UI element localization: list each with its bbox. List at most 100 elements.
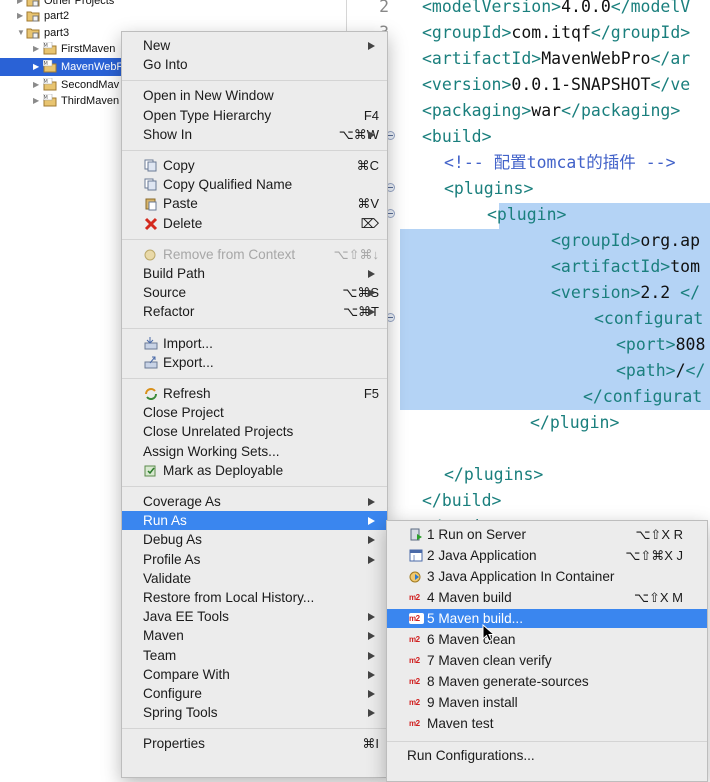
menu-item-7-maven-clean-verify[interactable]: m2 7 Maven clean verify: [387, 651, 707, 670]
submenu-arrow-icon: [368, 289, 375, 298]
code-line: <groupId>org.ap: [551, 228, 700, 254]
submenu-arrow-icon: [368, 42, 375, 50]
m2-icon: m2: [409, 613, 424, 624]
menu-item-open-type-hierarchy[interactable]: Open Type Hierarchy F4: [122, 106, 387, 125]
menu-item-paste[interactable]: Paste ⌘V: [122, 194, 387, 213]
menu-item-label: Restore from Local History...: [143, 590, 315, 605]
code-token: <build>: [422, 127, 492, 146]
menu-item-4-maven-build[interactable]: m2 4 Maven build ⌥⇧X M: [387, 588, 707, 607]
code-token: </configurat: [583, 387, 703, 406]
menu-item-properties[interactable]: Properties ⌘I: [122, 734, 387, 753]
code-line: <version>0.0.1-SNAPSHOT</ve: [422, 72, 690, 98]
menu-item-shortcut: ⌦: [360, 215, 379, 231]
menu-item-assign-working-sets[interactable]: Assign Working Sets...: [122, 442, 387, 461]
menu-item-label: Java EE Tools: [143, 609, 229, 625]
menu-item-label: Team: [143, 647, 177, 663]
tree-expander-icon[interactable]: ▶: [33, 62, 39, 72]
menu-item-copy-qualified-name[interactable]: Copy Qualified Name: [122, 175, 387, 194]
code-token: </plugins>: [444, 465, 544, 484]
code-token: </: [685, 361, 706, 380]
code-line: <port>808: [616, 332, 705, 358]
menu-item-2-java-application[interactable]: J 2 Java Application ⌥⇧⌘X J: [387, 546, 707, 565]
tree-item-part2[interactable]: ▶ part2: [0, 7, 346, 25]
code-line: <artifactId>MavenWebPro</ar: [422, 46, 690, 72]
menu-item-coverage-as[interactable]: Coverage As: [122, 492, 387, 511]
tree-expander-icon[interactable]: ▶: [33, 96, 39, 106]
menu-item-label: Profile As: [143, 551, 201, 567]
menu-item-configure[interactable]: Configure: [122, 684, 387, 703]
menu-item-shortcut: ⌥⇧X M: [634, 590, 683, 605]
menu-item-label: Coverage As: [143, 494, 221, 509]
submenu-arrow-icon: [368, 555, 375, 564]
menu-item-9-maven-install[interactable]: m2 9 Maven install: [387, 693, 707, 712]
code-token: </ar: [650, 49, 691, 68]
menu-item-validate[interactable]: Validate: [122, 569, 387, 588]
menu-item-run-as[interactable]: Run As: [122, 511, 387, 531]
menu-item-8-maven-generate-sources[interactable]: m2 8 Maven generate-sources: [387, 672, 707, 691]
code-line: <version>2.2 </: [551, 280, 700, 306]
tree-expander-icon[interactable]: ▶: [33, 80, 39, 90]
code-token: MavenWebPro: [541, 49, 651, 68]
menu-item-mark-as-deployable[interactable]: Mark as Deployable: [122, 461, 387, 480]
menu-item-open-in-new-window[interactable]: Open in New Window: [122, 86, 387, 105]
tree-item-label: SecondMav: [61, 79, 120, 91]
tree-expander-icon[interactable]: ▶: [33, 44, 39, 54]
menu-item-spring-tools[interactable]: Spring Tools: [122, 703, 387, 722]
menu-separator: [122, 238, 387, 240]
menu-item-new[interactable]: New: [122, 36, 387, 55]
menu-item-copy[interactable]: Copy ⌘C: [122, 156, 387, 175]
menu-item-run-configurations[interactable]: Run Configurations...: [387, 746, 707, 765]
menu-item-label: Properties: [143, 736, 205, 752]
code-token: 4.0.0: [561, 0, 611, 16]
menu-item-build-path[interactable]: Build Path: [122, 264, 387, 283]
menu-item-close-project[interactable]: Close Project: [122, 403, 387, 422]
menu-item-shortcut: F4: [363, 107, 379, 123]
submenu-arrow-icon: [368, 632, 375, 641]
menu-item-export[interactable]: Export...: [122, 353, 387, 372]
submenu-arrow-icon: [368, 308, 375, 317]
tree-expander-icon[interactable]: ▶: [17, 0, 23, 6]
menu-item-import[interactable]: Import...: [122, 334, 387, 353]
menu-item-shortcut: ⌘C: [356, 158, 379, 173]
menu-item-team[interactable]: Team: [122, 646, 387, 665]
code-token: war: [531, 101, 562, 120]
menu-item-restore-from-local-history[interactable]: Restore from Local History...: [122, 588, 387, 607]
svg-text:M: M: [44, 95, 48, 101]
menu-item-close-unrelated-projects[interactable]: Close Unrelated Projects: [122, 422, 387, 441]
menu-item-label: Open in New Window: [143, 88, 274, 104]
code-line: <artifactId>tom: [551, 254, 700, 280]
menu-item-label: Paste: [163, 196, 198, 212]
menu-item-show-in[interactable]: Show In ⌥⌘W: [122, 125, 387, 144]
tree-expander-icon[interactable]: ▼: [17, 28, 25, 38]
mouse-cursor-icon: [482, 624, 496, 642]
menu-item-source[interactable]: Source ⌥⌘S: [122, 283, 387, 302]
code-token: </modelV: [610, 0, 691, 16]
code-token: <packaging>: [422, 101, 532, 120]
tree-expander-icon[interactable]: ▶: [17, 11, 23, 21]
menu-item-6-maven-clean[interactable]: m2 6 Maven clean: [387, 630, 707, 649]
menu-item-label: 2 Java Application: [427, 548, 537, 563]
menu-item-java-ee-tools[interactable]: Java EE Tools: [122, 607, 387, 626]
menu-item-3-java-application-in-container[interactable]: 3 Java Application In Container: [387, 567, 707, 586]
menu-item-debug-as[interactable]: Debug As: [122, 530, 387, 549]
menu-item-5-maven-build[interactable]: m2 5 Maven build...: [387, 609, 707, 628]
menu-item-refresh[interactable]: Refresh F5: [122, 384, 387, 403]
menu-item-compare-with[interactable]: Compare With: [122, 665, 387, 684]
java-app-icon: J: [409, 549, 423, 562]
menu-item-go-into[interactable]: Go Into: [122, 55, 387, 74]
menu-item-delete[interactable]: Delete ⌦: [122, 214, 387, 233]
menu-item-refactor[interactable]: Refactor ⌥⌘T: [122, 302, 387, 321]
m2-icon: m2: [409, 719, 420, 728]
code-line: <plugins>: [444, 176, 533, 202]
menu-item-profile-as[interactable]: Profile As: [122, 550, 387, 569]
menu-item-label: Maven test: [427, 716, 494, 731]
menu-item-label: 7 Maven clean verify: [427, 653, 552, 668]
menu-item-maven[interactable]: Maven: [122, 626, 387, 645]
menu-item-1-run-on-server[interactable]: 1 Run on Server ⌥⇧X R: [387, 525, 707, 544]
menu-item-shortcut: ⌘I: [362, 736, 379, 752]
code-token: </plugin>: [530, 413, 620, 432]
menu-item-maven-test[interactable]: m2 Maven test: [387, 714, 707, 733]
code-token: <path>: [616, 361, 676, 380]
submenu-arrow-icon: [368, 670, 375, 679]
submenu-arrow-icon: [368, 130, 375, 139]
